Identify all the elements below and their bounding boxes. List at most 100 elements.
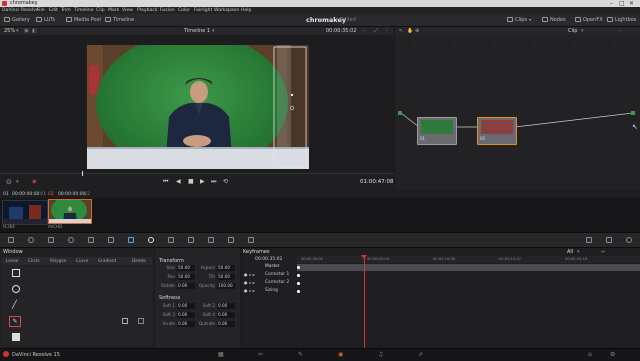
luts-button[interactable]: LUTs [36,15,55,25]
color-page-icon[interactable]: ◉ [338,351,343,358]
menu-workspace[interactable]: Workspace [214,7,239,14]
rotate-field[interactable]: 0.00 [177,283,195,289]
menu-fusion[interactable]: Fusion [160,7,175,14]
chevron-down-icon[interactable]: ▾ [212,27,215,35]
curve-tool[interactable]: Curve [76,258,88,263]
chevron-down-icon[interactable]: ▾ [16,27,19,35]
keyframe-ruler[interactable]: 00:00:00:00 00:00:05:04 00:00:10:08 00:0… [297,256,640,263]
camera-raw-icon[interactable] [8,237,14,243]
scopes-icon[interactable] [586,237,592,243]
playhead-handle[interactable] [361,255,367,259]
menu-trim[interactable]: Trim [61,7,71,14]
opacity-field[interactable]: 100.00 [217,283,235,289]
timeline-button[interactable]: Timeline [105,15,134,25]
timeline-name[interactable]: Timeline 1 [184,27,210,35]
node-options-icon[interactable]: ⋯ [617,27,622,35]
chevron-down-icon[interactable]: ▾ [581,27,584,35]
linear-tool[interactable]: Linear [6,258,19,263]
keyframe-marker[interactable] [297,274,300,277]
menu-view[interactable]: View [122,7,133,14]
soft2-field[interactable]: 0.00 [217,303,235,309]
window-row-circle[interactable] [2,282,152,297]
tracker-icon[interactable] [168,237,174,243]
media-page-icon[interactable]: ▦ [218,351,224,358]
chevron-down-icon[interactable]: ▾ [577,249,580,255]
track-expand-icon[interactable]: ● ▫ ▸ [244,288,255,293]
split-icon[interactable]: ◧ [32,27,37,35]
video-frame[interactable] [87,45,309,169]
rgb-mixer-icon[interactable] [48,237,54,243]
stop-icon[interactable]: ■ [188,173,194,191]
color-wheels-icon[interactable] [28,237,34,243]
audio-icon[interactable]: ⊙ [6,173,12,191]
pointer-icon[interactable]: ↖ [399,27,403,35]
edit-page-icon[interactable]: ✎ [298,351,303,358]
keyframes-filter[interactable]: All [567,249,573,255]
menu-mark[interactable]: Mark [108,7,119,14]
skip-end-icon[interactable]: ⏭ [211,173,216,191]
key-icon[interactable] [208,237,214,243]
menu-davinci[interactable]: DaVinci Resolve [2,7,39,14]
menu-color[interactable]: Color [178,7,190,14]
info-icon[interactable] [606,237,612,243]
soft3-field[interactable]: 0.00 [177,312,195,318]
scrubber-handle[interactable] [82,171,83,176]
nodes-button[interactable]: Nodes [542,15,566,25]
polygon-tool[interactable]: Polygon [50,258,66,263]
viewer-mode-icon[interactable]: ▣ [24,27,29,35]
zoom-level[interactable]: 25% [4,27,15,35]
aspect-field[interactable]: 50.00 [217,265,235,271]
cut-page-icon[interactable]: ✂ [258,351,263,358]
loop-icon[interactable]: ⟲ [223,173,228,191]
keyframe-marker[interactable] [297,266,300,269]
close-icon[interactable]: ✕ [629,0,634,7]
motion-effects-icon[interactable] [68,237,74,243]
color-warper-icon[interactable] [108,237,114,243]
fullscreen-icon[interactable]: ⤢ [374,27,378,35]
menu-fairlight[interactable]: Fairlight [194,7,212,14]
keyframe-zoom-icon[interactable]: ⇔ [601,249,605,255]
inside-field[interactable]: 0.00 [177,321,195,327]
openfx-button[interactable]: OpenFX [575,15,603,25]
settings-icon[interactable]: ⚙ [610,351,615,358]
home-icon[interactable]: ⌂ [588,351,592,358]
clips-button[interactable]: Clips ▾ [507,15,531,25]
skip-start-icon[interactable]: ⏮ [163,173,168,191]
node-editor[interactable]: 01 02 ↖ [395,35,640,190]
window-icon[interactable] [148,237,154,243]
window-row-pen[interactable]: ✎ [2,314,152,329]
window-row-gradient[interactable] [2,330,152,345]
gradient-tool[interactable]: Gradient [98,258,116,263]
menu-playback[interactable]: Playback [137,7,158,14]
node-02[interactable]: 02 [477,117,517,145]
deliver-page-icon[interactable]: ➚ [418,351,423,358]
curves-icon[interactable] [88,237,94,243]
invert-icon[interactable] [138,318,144,324]
media-pool-button[interactable]: Media Pool [66,15,101,25]
chevron-down-icon[interactable]: ▾ [16,173,19,191]
playhead-line[interactable] [364,256,365,348]
master-track-bar[interactable] [297,264,640,271]
keyframe-marker[interactable] [297,282,300,285]
clip-thumbnail-2[interactable] [48,197,92,224]
more-icon[interactable]: ⋮ [384,27,389,35]
outside-field[interactable]: 0.00 [217,321,235,327]
fairlight-page-icon[interactable]: ♫ [378,351,383,358]
hand-icon[interactable]: ✋ [407,27,413,35]
options-icon[interactable]: ⋯ [362,27,367,35]
menu-help[interactable]: Help [241,7,251,14]
soft1-field[interactable]: 0.00 [177,303,195,309]
minimize-icon[interactable]: – [610,0,613,7]
audio-wave-icon[interactable]: ◈ [32,173,37,191]
menu-timeline[interactable]: Timeline [74,7,94,14]
circle-tool[interactable]: Circle [28,258,40,263]
node-mode[interactable]: Clip [568,27,577,35]
gallery-button[interactable]: Gallery [4,15,30,25]
sizing-icon[interactable] [228,237,234,243]
enable-checkbox[interactable] [122,318,128,324]
blur-icon[interactable] [188,237,194,243]
track-expand-icon[interactable]: ● ▫ ▸ [244,272,255,277]
window-row-linear[interactable]: ╱ [2,298,152,313]
pan-field[interactable]: 50.00 [177,274,195,280]
delete-button[interactable]: Delete [132,258,146,263]
